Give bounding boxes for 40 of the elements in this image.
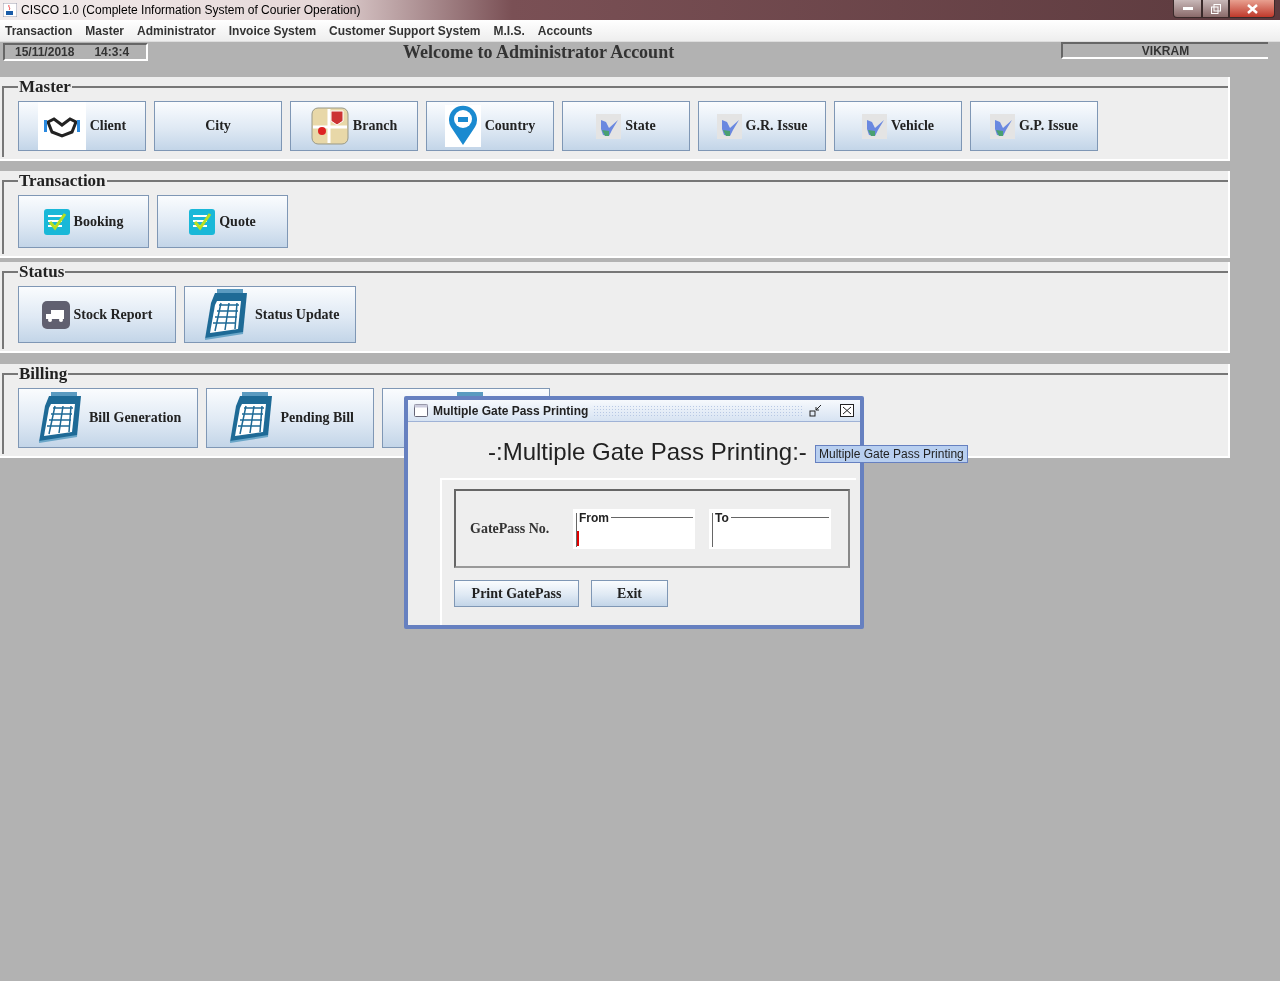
field-label: GatePass No. xyxy=(470,520,551,537)
module-button[interactable]: Stock Report xyxy=(18,286,176,343)
date-text: 15/11/2018 xyxy=(15,45,75,59)
module-button[interactable]: Client xyxy=(18,101,146,151)
module-button[interactable]: State xyxy=(562,101,690,151)
input-field[interactable]: To xyxy=(709,508,831,549)
time-text: 14:3:4 xyxy=(94,45,130,59)
module-button[interactable]: Booking xyxy=(18,195,149,248)
section-title: Transaction xyxy=(18,171,107,191)
dialog-heading: -:Multiple Gate Pass Printing:- xyxy=(488,438,807,466)
menu-item[interactable]: Administrator xyxy=(137,23,216,38)
module-button[interactable]: City xyxy=(154,101,282,151)
field-title: To xyxy=(715,510,729,525)
module-button[interactable]: G.P. Issue xyxy=(970,101,1098,151)
module-button[interactable]: Bill Generation xyxy=(18,388,199,448)
dialog-title: Multiple Gate Pass Printing xyxy=(433,403,589,418)
menu-item[interactable]: Master xyxy=(85,23,125,38)
input-field[interactable]: From xyxy=(573,508,695,549)
menu-item[interactable]: Invoice System xyxy=(228,23,317,38)
window-title: CISCO 1.0 (Complete Information System of Courier Operation) xyxy=(21,3,361,17)
dialog-button[interactable]: Print GatePass xyxy=(454,580,579,607)
welcome-heading: Welcome to Administrator Account xyxy=(403,42,675,63)
module-button[interactable]: Vehicle xyxy=(834,101,962,151)
section-title: Master xyxy=(18,77,72,97)
module-button[interactable]: Country xyxy=(426,101,554,151)
dialog-button[interactable]: Exit xyxy=(591,580,668,607)
field-title: From xyxy=(579,510,609,525)
module-button[interactable]: Pending Bill xyxy=(206,388,375,448)
module-button[interactable]: Branch xyxy=(290,101,418,151)
menu-item[interactable]: Transaction xyxy=(5,23,73,38)
user-name: VIKRAM xyxy=(1141,43,1190,58)
tooltip: Multiple Gate Pass Printing xyxy=(815,445,968,463)
menu-item[interactable]: M.I.S. xyxy=(493,23,525,38)
module-button[interactable]: Quote xyxy=(157,195,288,248)
module-button[interactable]: G.R. Issue xyxy=(698,101,826,151)
section-title: Status xyxy=(18,262,66,282)
module-button[interactable]: Status Update xyxy=(184,286,357,343)
section-title: Billing xyxy=(18,364,69,384)
menu-item[interactable]: Accounts xyxy=(537,23,593,38)
menu-item[interactable]: Customer Support System xyxy=(329,23,481,38)
